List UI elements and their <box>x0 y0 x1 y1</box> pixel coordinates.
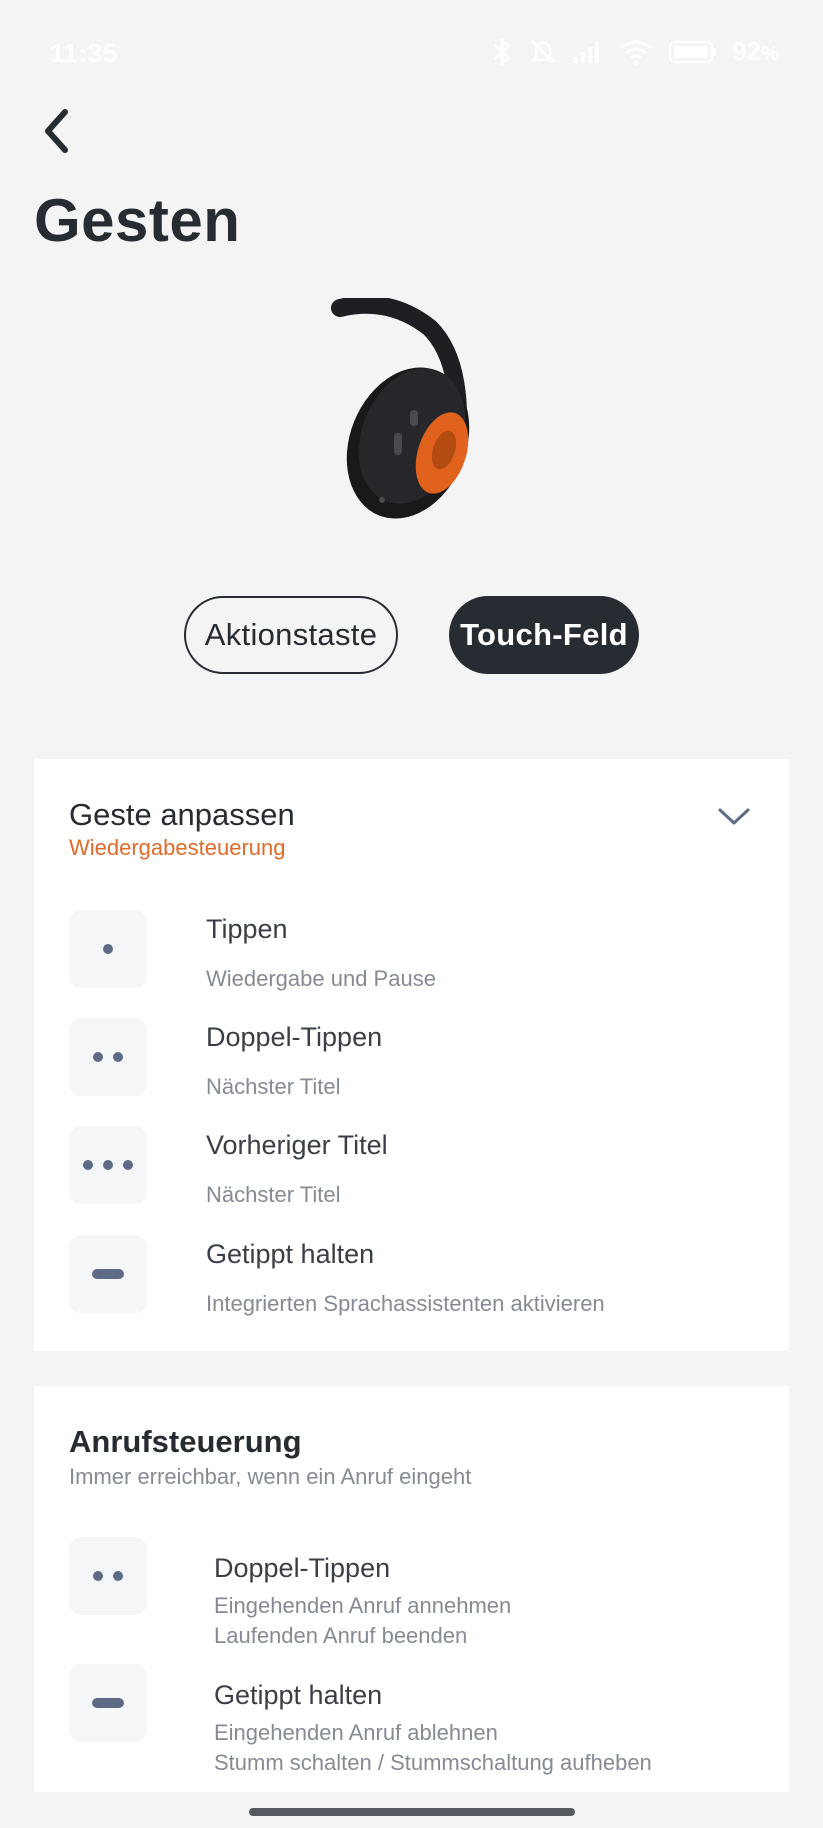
double-tap-icon <box>69 1537 147 1615</box>
call-item-description: Eingehenden Anruf annehmen <box>214 1593 512 1618</box>
chevron-down-icon[interactable] <box>715 801 753 831</box>
gesture-item-triple-tap[interactable]: Vorheriger Titel Nächster Titel <box>69 1126 749 1207</box>
page-title: Gesten <box>34 187 241 254</box>
mute-icon <box>530 39 557 64</box>
call-item-description: Laufenden Anruf beenden <box>214 1623 468 1648</box>
gesture-item-description: Nächster Titel <box>206 1182 341 1207</box>
gesture-item-description: Nächster Titel <box>206 1074 341 1099</box>
gesture-item-description: Wiedergabe und Pause <box>206 966 436 991</box>
chevron-left-icon <box>45 109 68 153</box>
status-icons: 92% <box>490 36 779 67</box>
triple-tap-icon <box>69 1126 147 1204</box>
signal-icon <box>574 41 600 63</box>
gesture-item-tap[interactable]: Tippen Wiedergabe und Pause <box>69 910 749 991</box>
call-item-label: Doppel-Tippen <box>214 1553 391 1583</box>
home-indicator[interactable] <box>249 1808 575 1816</box>
call-item-double-tap: Doppel-Tippen Eingehenden Anruf annehmen… <box>69 1537 749 1648</box>
press-hold-icon <box>69 1664 147 1742</box>
call-item-press-hold: Getippt halten Eingehenden Anruf ablehne… <box>69 1664 749 1775</box>
gesture-item-label: Getippt halten <box>206 1239 375 1269</box>
call-card-subtitle: Immer erreichbar, wenn ein Anruf eingeht <box>69 1464 472 1489</box>
back-button[interactable] <box>30 104 82 158</box>
tab-touch-feld[interactable]: Touch-Feld <box>449 596 639 674</box>
call-item-description: Stumm schalten / Stummschaltung aufheben <box>214 1750 652 1775</box>
gesture-card: Geste anpassen Wiedergabesteuerung Tippe… <box>34 759 789 1351</box>
gesture-item-label: Vorheriger Titel <box>206 1130 388 1160</box>
gesture-item-label: Tippen <box>206 914 288 944</box>
bluetooth-icon <box>494 38 511 65</box>
status-time: 11:35 <box>50 38 118 68</box>
call-control-card: Anrufsteuerung Immer erreichbar, wenn ei… <box>34 1386 789 1792</box>
gesture-card-subtitle: Wiedergabesteuerung <box>69 835 286 860</box>
gesture-item-press-hold[interactable]: Getippt halten Integrierten Sprachassist… <box>69 1235 749 1316</box>
double-tap-icon <box>69 1018 147 1096</box>
press-hold-icon <box>69 1235 147 1313</box>
headphone-image <box>330 295 510 534</box>
battery-icon <box>669 40 717 63</box>
wifi-icon <box>620 40 653 65</box>
gesture-card-title: Geste anpassen <box>69 797 295 832</box>
battery-percent: 92% <box>732 36 779 66</box>
single-tap-icon <box>69 910 147 988</box>
call-card-title: Anrufsteuerung <box>69 1424 302 1459</box>
gesture-item-double-tap[interactable]: Doppel-Tippen Nächster Titel <box>69 1018 749 1099</box>
control-tabs: Aktionstaste Touch-Feld <box>0 596 823 674</box>
status-bar: 11:35 92% <box>0 0 823 108</box>
call-item-description: Eingehenden Anruf ablehnen <box>214 1720 498 1745</box>
tab-aktionstaste[interactable]: Aktionstaste <box>184 596 398 674</box>
call-item-label: Getippt halten <box>214 1680 383 1710</box>
gesture-item-description: Integrierten Sprachassistenten aktiviere… <box>206 1291 605 1316</box>
gesture-item-label: Doppel-Tippen <box>206 1022 383 1052</box>
